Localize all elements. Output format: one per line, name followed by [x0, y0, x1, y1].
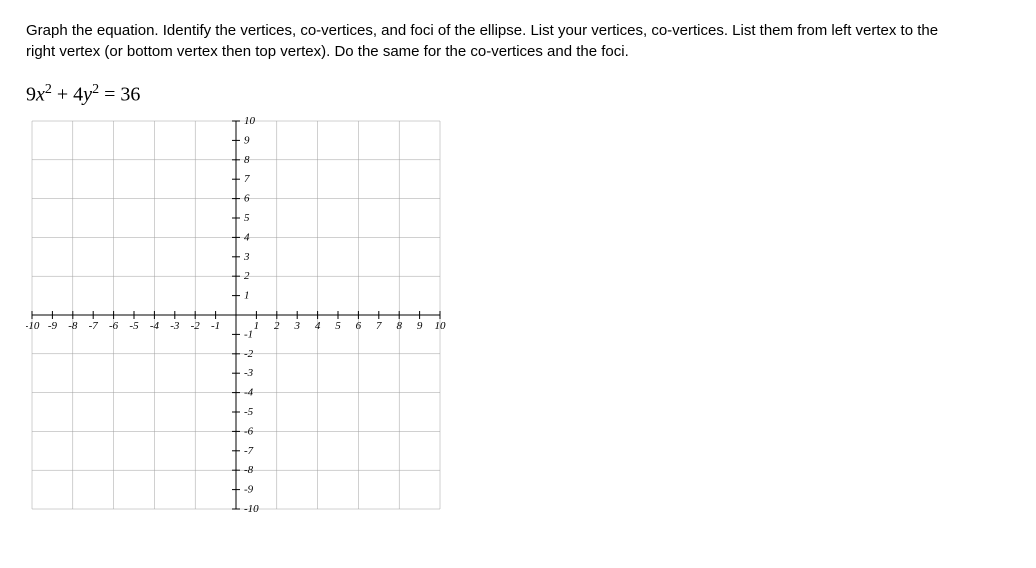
svg-text:-2: -2 — [191, 320, 201, 332]
svg-text:2: 2 — [274, 320, 280, 332]
svg-text:4: 4 — [244, 231, 250, 243]
svg-text:-2: -2 — [244, 347, 254, 359]
graph-svg[interactable]: -10-9-8-7-6-5-4-3-2-112345678910-10-9-8-… — [26, 115, 446, 515]
svg-text:-1: -1 — [244, 328, 253, 340]
svg-text:5: 5 — [335, 320, 341, 332]
svg-text:1: 1 — [254, 320, 260, 332]
eq-coef-a: 9 — [26, 84, 36, 106]
svg-text:8: 8 — [244, 153, 250, 165]
coordinate-graph[interactable]: -10-9-8-7-6-5-4-3-2-112345678910-10-9-8-… — [26, 115, 1010, 515]
svg-text:4: 4 — [315, 320, 321, 332]
eq-coef-b: 4 — [73, 84, 83, 106]
svg-text:-8: -8 — [68, 320, 78, 332]
question-prompt: Graph the equation. Identify the vertice… — [26, 20, 966, 62]
eq-var2: y — [83, 84, 92, 106]
eq-exp2: 2 — [92, 82, 99, 97]
svg-text:3: 3 — [243, 250, 250, 262]
svg-text:-4: -4 — [150, 320, 160, 332]
svg-text:7: 7 — [376, 320, 382, 332]
eq-plus: + — [52, 84, 73, 106]
svg-text:5: 5 — [244, 212, 250, 224]
svg-text:-5: -5 — [129, 320, 139, 332]
svg-text:7: 7 — [244, 173, 250, 185]
svg-text:1: 1 — [244, 289, 250, 301]
svg-text:6: 6 — [356, 320, 362, 332]
svg-text:9: 9 — [244, 134, 250, 146]
svg-text:-7: -7 — [244, 444, 254, 456]
svg-text:-6: -6 — [244, 425, 254, 437]
svg-text:-4: -4 — [244, 386, 254, 398]
svg-text:-3: -3 — [244, 367, 254, 379]
eq-var1: x — [36, 84, 45, 106]
svg-text:6: 6 — [244, 192, 250, 204]
svg-text:-3: -3 — [170, 320, 180, 332]
eq-rhs: 36 — [120, 84, 140, 106]
svg-text:-5: -5 — [244, 406, 254, 418]
svg-text:-1: -1 — [211, 320, 220, 332]
svg-text:3: 3 — [293, 320, 300, 332]
svg-text:-10: -10 — [26, 320, 40, 332]
svg-text:10: 10 — [435, 320, 447, 332]
svg-text:-9: -9 — [244, 483, 254, 495]
equation: 9x2 + 4y2 = 36 — [26, 82, 1010, 107]
svg-text:-9: -9 — [48, 320, 58, 332]
eq-equals: = — [99, 84, 120, 106]
svg-text:2: 2 — [244, 270, 250, 282]
eq-exp1: 2 — [45, 82, 52, 97]
svg-text:10: 10 — [244, 115, 256, 127]
svg-text:-8: -8 — [244, 464, 254, 476]
svg-text:-10: -10 — [244, 503, 259, 515]
svg-text:-7: -7 — [89, 320, 99, 332]
svg-text:-6: -6 — [109, 320, 119, 332]
svg-text:9: 9 — [417, 320, 423, 332]
svg-text:8: 8 — [396, 320, 402, 332]
